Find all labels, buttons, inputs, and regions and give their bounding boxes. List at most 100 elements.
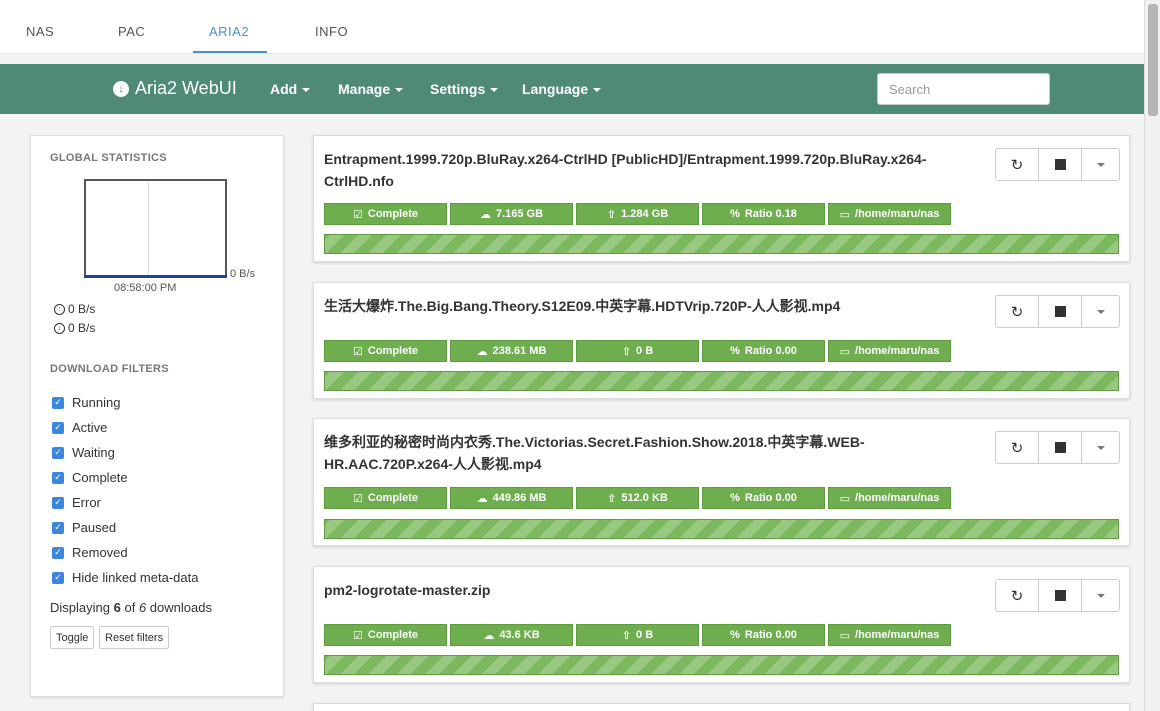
tab-info[interactable]: INFO [315, 24, 348, 39]
check-icon: ☑ [353, 629, 363, 642]
download-progress-bar [324, 519, 1119, 539]
caret-down-icon [1096, 309, 1105, 314]
checkbox-checked-icon[interactable]: ✓ [52, 471, 64, 484]
brand[interactable]: ↓ Aria2 WebUI [113, 78, 237, 99]
status-text: Complete [367, 208, 418, 220]
toggle-button[interactable]: Toggle [50, 626, 95, 649]
checkbox-checked-icon[interactable]: ✓ [52, 521, 64, 534]
scrollbar-thumb[interactable] [1148, 4, 1158, 116]
directory-text: /home/maru/nas [855, 345, 940, 357]
filter-label: Waiting [72, 445, 115, 460]
filter-running[interactable]: ✓ Running [52, 395, 120, 410]
filter-removed[interactable]: ✓ Removed [52, 545, 128, 560]
upload-speed: ↑ 0 B/s [54, 302, 95, 316]
displaying-count: Displaying 6 of 6 downloads [50, 600, 212, 615]
menu-settings-label: Settings [430, 81, 486, 97]
menu-add[interactable]: Add [270, 81, 311, 97]
download-actions: ↻ [995, 579, 1120, 612]
uploaded-text: 512.0 KB [621, 492, 668, 504]
download-progress-bar [324, 655, 1119, 675]
refresh-icon: ↻ [1010, 587, 1024, 605]
checkbox-checked-icon[interactable]: ✓ [52, 421, 64, 434]
download-progress-bar [324, 234, 1119, 254]
stop-button[interactable] [1039, 149, 1082, 180]
filter-paused[interactable]: ✓ Paused [52, 520, 116, 535]
tab-aria2[interactable]: ARIA2 [209, 24, 249, 39]
cloud-download-icon: ☁ [483, 629, 495, 642]
directory-text: /home/maru/nas [855, 208, 940, 220]
checkbox-checked-icon[interactable]: ✓ [52, 571, 64, 584]
restart-button[interactable]: ↻ [996, 580, 1039, 611]
ratio-text: Ratio 0.00 [744, 345, 797, 357]
download-speed-value: 0 B/s [68, 321, 96, 335]
uploaded-badge: ⇧ 512.0 KB [576, 487, 699, 509]
check-icon: ☑ [353, 208, 363, 221]
percent-icon: % [730, 492, 740, 504]
status-badge: ☑ Complete [324, 203, 447, 225]
tab-nas[interactable]: NAS [26, 24, 54, 39]
displaying-prefix: Displaying [50, 600, 110, 615]
size-badge: ☁ 43.6 KB [450, 624, 573, 646]
check-icon: ☑ [353, 345, 363, 358]
menu-language[interactable]: Language [522, 81, 602, 97]
status-badge: ☑ Complete [324, 340, 447, 362]
page-scrollbar[interactable] [1144, 0, 1160, 711]
reset-filters-button[interactable]: Reset filters [99, 626, 170, 649]
folder-icon: ▭ [839, 345, 851, 358]
menu-manage[interactable]: Manage [338, 81, 404, 97]
caret-down-icon [1096, 162, 1105, 167]
more-dropdown-button[interactable] [1082, 296, 1119, 327]
restart-button[interactable]: ↻ [996, 149, 1039, 180]
filter-complete[interactable]: ✓ Complete [52, 470, 128, 485]
stop-button[interactable] [1039, 296, 1082, 327]
percent-icon: % [730, 345, 740, 357]
ratio-text: Ratio 0.18 [744, 208, 797, 220]
checkbox-checked-icon[interactable]: ✓ [52, 396, 64, 409]
folder-icon: ▭ [839, 208, 851, 221]
filter-label: Paused [72, 520, 117, 535]
download-progress-bar [324, 371, 1119, 391]
ratio-badge: % Ratio 0.18 [702, 203, 825, 225]
download-stats: ☑ Complete ☁ 7.165 GB ⇧ 1.284 GB % Ratio 0.1… [324, 203, 951, 225]
percent-icon: % [730, 629, 740, 641]
caret-down-icon [1096, 445, 1105, 450]
checkbox-checked-icon[interactable]: ✓ [52, 446, 64, 459]
global-stats-heading: GLOBAL STATISTICS [50, 152, 167, 164]
filter-waiting[interactable]: ✓ Waiting [52, 445, 115, 460]
checkbox-checked-icon[interactable]: ✓ [52, 496, 64, 509]
stop-button[interactable] [1039, 432, 1082, 463]
graph-speed-line [84, 275, 227, 278]
graph-gridline [148, 181, 149, 277]
restart-button[interactable]: ↻ [996, 432, 1039, 463]
check-icon: ☑ [353, 492, 363, 505]
size-text: 43.6 KB [499, 629, 540, 641]
download-card: Entrapment.1999.720p.BluRay.x264-CtrlHD … [313, 135, 1130, 262]
stop-button[interactable] [1039, 580, 1082, 611]
upload-circle-icon: ↑ [54, 303, 65, 315]
filter-active[interactable]: ✓ Active [52, 420, 107, 435]
download-card-partial [313, 703, 1130, 711]
stop-icon [1054, 306, 1066, 317]
ratio-text: Ratio 0.00 [744, 492, 797, 504]
tab-pac[interactable]: PAC [118, 24, 145, 39]
caret-down-icon [1096, 593, 1105, 598]
stop-icon [1054, 590, 1066, 601]
checkbox-checked-icon[interactable]: ✓ [52, 546, 64, 559]
search-input[interactable] [877, 73, 1050, 105]
restart-button[interactable]: ↻ [996, 296, 1039, 327]
more-dropdown-button[interactable] [1082, 149, 1119, 180]
brand-title: Aria2 WebUI [135, 78, 237, 98]
caret-down-icon [490, 88, 499, 93]
download-actions: ↻ [995, 431, 1120, 464]
displaying-total: 6 [138, 600, 147, 615]
caret-down-icon [302, 88, 311, 93]
menu-settings[interactable]: Settings [430, 81, 499, 97]
more-dropdown-button[interactable] [1082, 432, 1119, 463]
refresh-icon: ↻ [1010, 303, 1024, 321]
filter-label: Complete [72, 470, 128, 485]
more-dropdown-button[interactable] [1082, 580, 1119, 611]
caret-down-icon [395, 88, 404, 93]
filter-error[interactable]: ✓ Error [52, 495, 101, 510]
upload-icon: ⇧ [607, 492, 617, 505]
filter-hide-metadata[interactable]: ✓ Hide linked meta-data [52, 570, 198, 585]
